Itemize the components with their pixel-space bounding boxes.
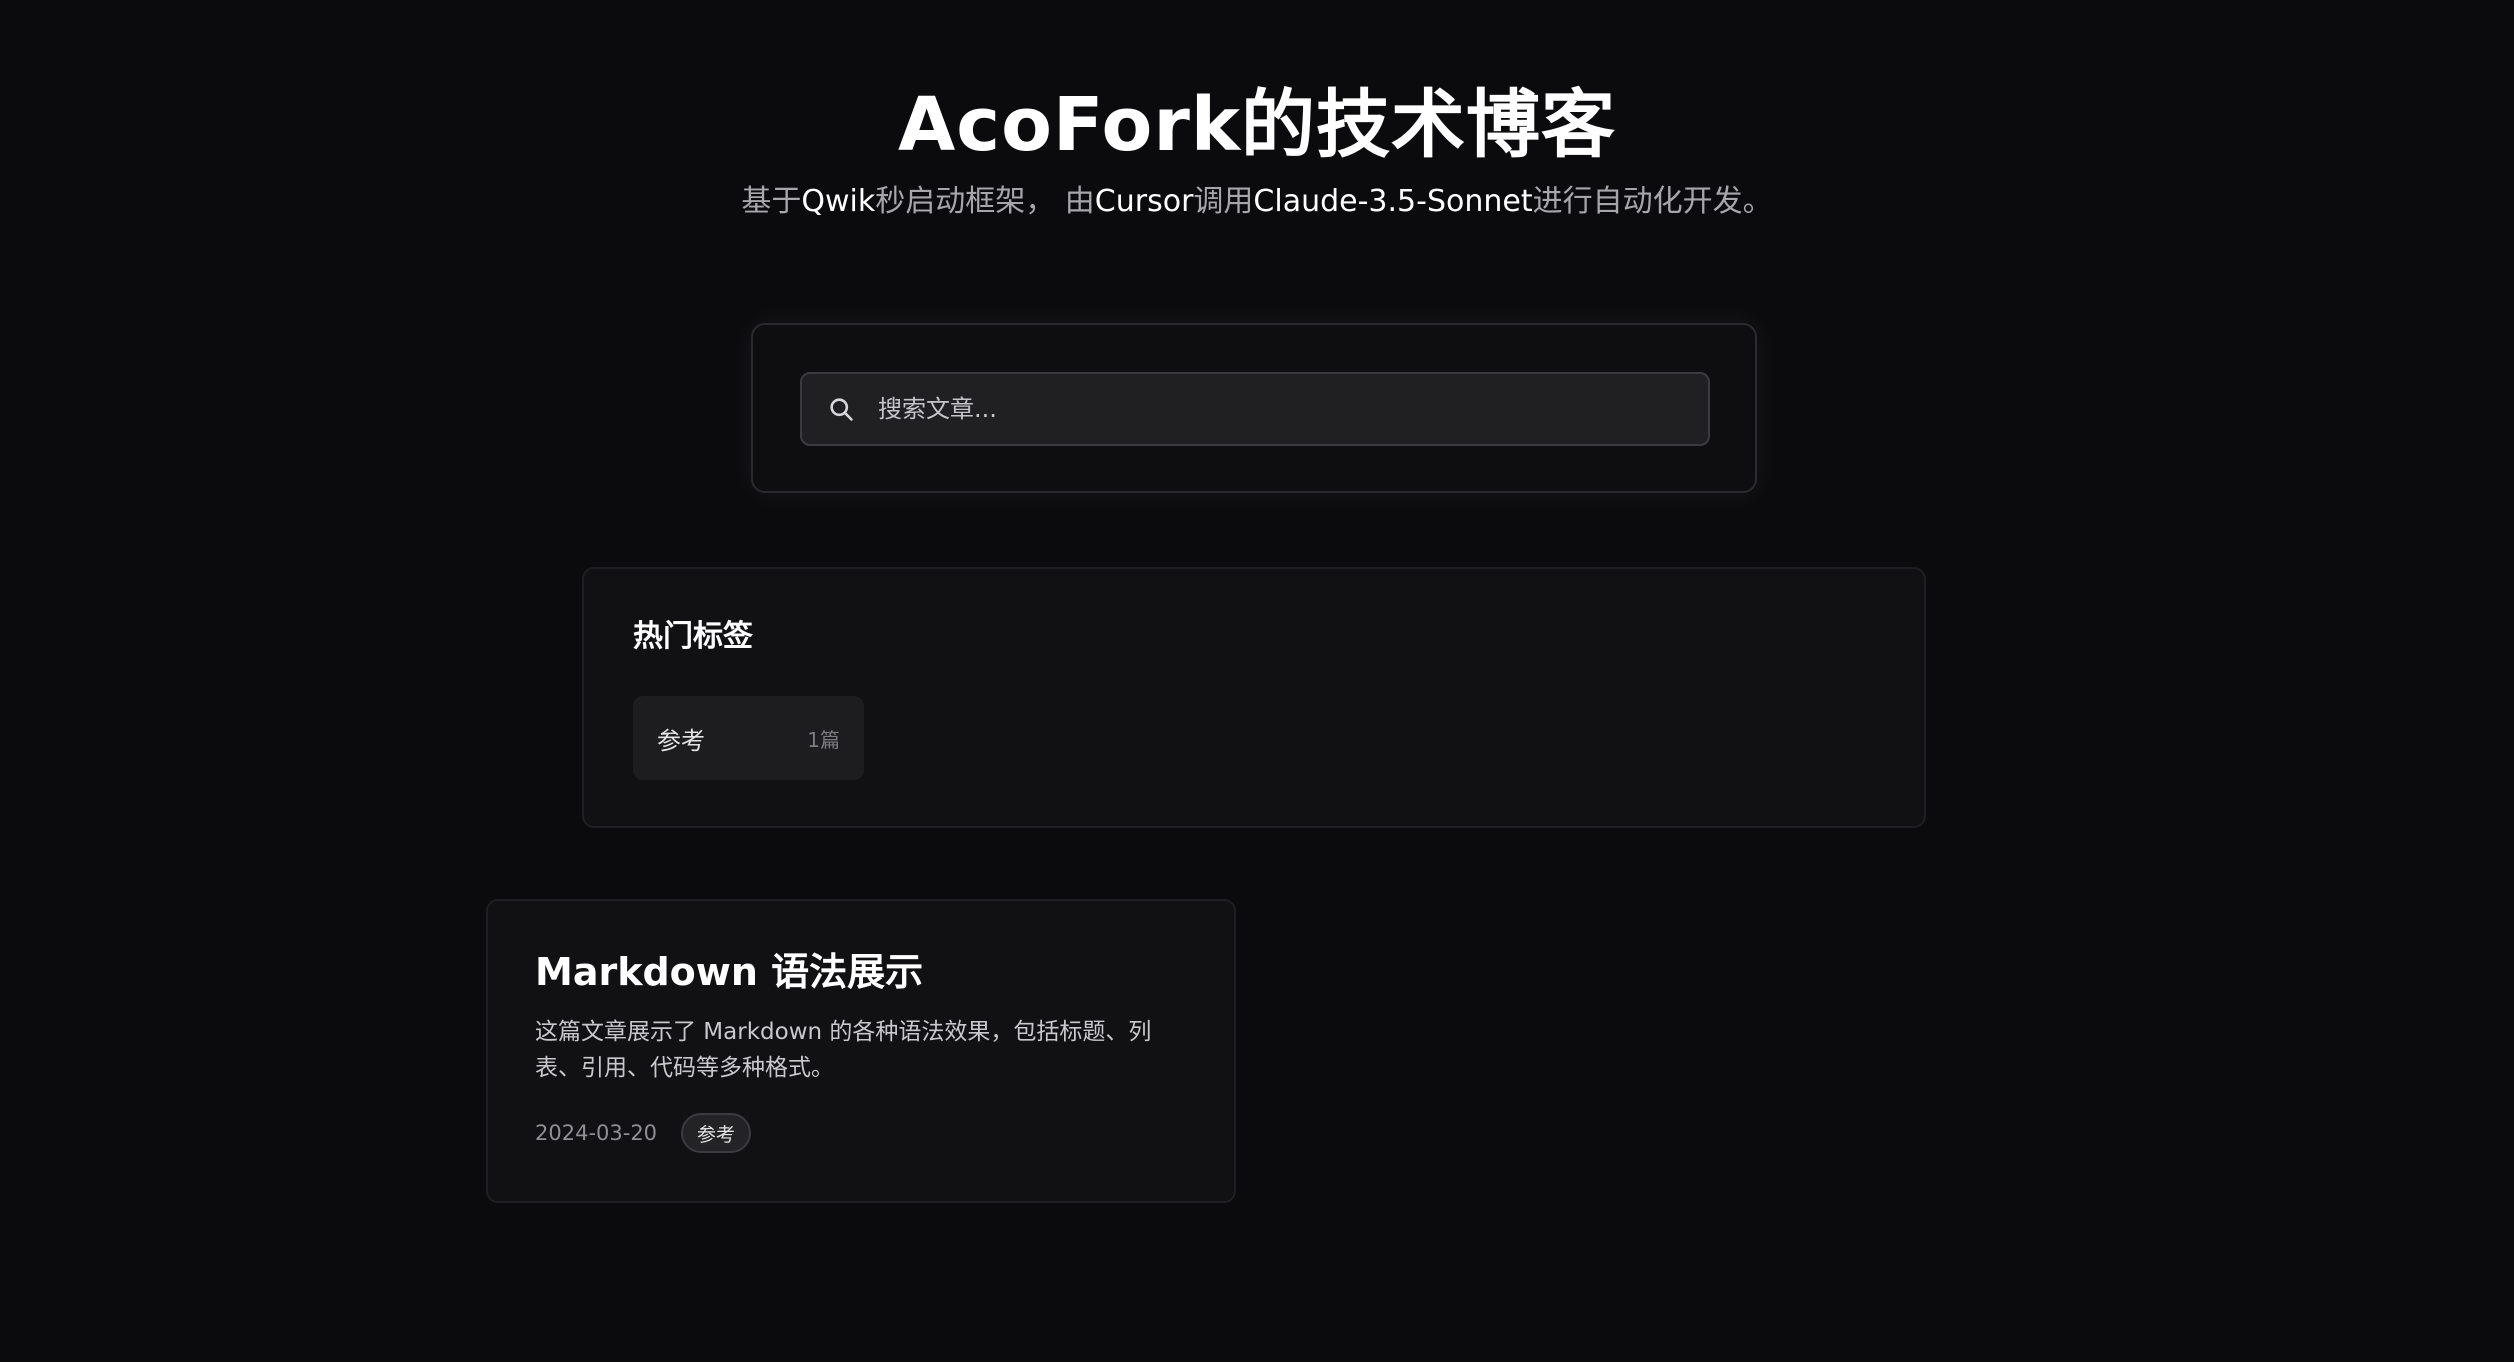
subtitle-highlight-qwik: Qwik bbox=[801, 184, 876, 219]
search-icon bbox=[826, 394, 856, 424]
site-header: AcoFork的技术博客 基于Qwik秒启动框架， 由Cursor调用Claud… bbox=[0, 80, 2514, 222]
popular-tags-panel: 热门标签 参考 1篇 bbox=[582, 567, 1926, 828]
tag-chip-reference[interactable]: 参考 1篇 bbox=[633, 696, 864, 780]
subtitle-text: 调用 bbox=[1193, 184, 1254, 219]
post-tag-badge[interactable]: 参考 bbox=[681, 1113, 752, 1153]
post-date: 2024-03-20 bbox=[535, 1121, 658, 1145]
popular-tags-title: 热门标签 bbox=[633, 619, 753, 654]
subtitle-text: 秒启动框架， 由 bbox=[875, 184, 1095, 219]
search-input[interactable] bbox=[876, 383, 1688, 435]
search-panel bbox=[751, 323, 1757, 493]
post-meta: 2024-03-20 参考 bbox=[535, 1111, 752, 1155]
post-card[interactable]: Markdown 语法展示 这篇文章展示了 Markdown 的各种语法效果，包… bbox=[486, 899, 1236, 1203]
search-box[interactable] bbox=[800, 372, 1710, 446]
site-title: AcoFork的技术博客 bbox=[897, 82, 1617, 168]
post-description: 这篇文章展示了 Markdown 的各种语法效果，包括标题、列表、引用、代码等多… bbox=[535, 1019, 1152, 1081]
tag-chip-label: 参考 bbox=[657, 726, 705, 755]
subtitle-highlight-claude: Claude-3.5-Sonnet bbox=[1253, 184, 1533, 219]
site-subtitle: 基于Qwik秒启动框架， 由Cursor调用Claude-3.5-Sonnet进… bbox=[0, 182, 2514, 222]
subtitle-highlight-cursor: Cursor bbox=[1094, 184, 1194, 219]
post-title[interactable]: Markdown 语法展示 bbox=[535, 947, 923, 997]
tag-chip-count: 1篇 bbox=[807, 727, 840, 752]
subtitle-text: 基于 bbox=[741, 184, 802, 219]
subtitle-text: 进行自动化开发。 bbox=[1532, 184, 1773, 219]
